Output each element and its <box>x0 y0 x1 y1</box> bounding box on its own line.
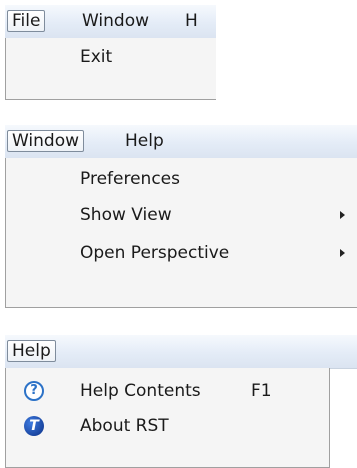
window-dropdown: Preferences Show View Open Perspective <box>5 158 357 308</box>
menu-file[interactable]: File <box>7 10 46 32</box>
file-menu-panel: File Window H Exit <box>5 5 216 100</box>
help-circle-icon: ? <box>24 381 44 401</box>
file-dropdown: Exit <box>5 38 216 100</box>
menubar: Window Help <box>5 125 357 159</box>
menu-item-about-rst[interactable]: T About RST <box>6 411 329 441</box>
menu-item-label: Open Perspective <box>80 243 230 263</box>
menu-item-exit[interactable]: Exit <box>6 42 216 72</box>
menu-item-preferences[interactable]: Preferences <box>6 164 357 194</box>
menu-item-shortcut: F1 <box>251 381 272 401</box>
menubar: File Window H <box>5 5 216 39</box>
rst-logo-icon: T <box>24 416 44 436</box>
menu-item-label: About RST <box>80 416 169 436</box>
menu-item-open-perspective[interactable]: Open Perspective <box>6 238 357 268</box>
menubar: Help <box>5 335 357 369</box>
help-dropdown: ? Help Contents F1 T About RST <box>5 368 330 468</box>
menu-item-label: Exit <box>80 47 113 67</box>
submenu-arrow-icon <box>340 249 345 257</box>
help-menu-panel: Help ? Help Contents F1 T About RST <box>5 335 357 468</box>
menu-item-label: Help Contents <box>80 381 201 401</box>
menu-help[interactable]: Help <box>7 340 56 362</box>
menu-window[interactable]: Window <box>78 10 153 32</box>
menu-help[interactable]: Help <box>121 130 168 152</box>
menu-item-show-view[interactable]: Show View <box>6 200 357 230</box>
menu-item-label: Show View <box>80 205 172 225</box>
window-menu-panel: Window Help Preferences Show View Open P… <box>5 125 357 308</box>
menu-help[interactable]: H <box>181 10 202 32</box>
menu-item-label: Preferences <box>80 169 180 189</box>
menu-window[interactable]: Window <box>7 130 85 152</box>
menu-item-help-contents[interactable]: ? Help Contents F1 <box>6 376 329 406</box>
submenu-arrow-icon <box>340 211 345 219</box>
